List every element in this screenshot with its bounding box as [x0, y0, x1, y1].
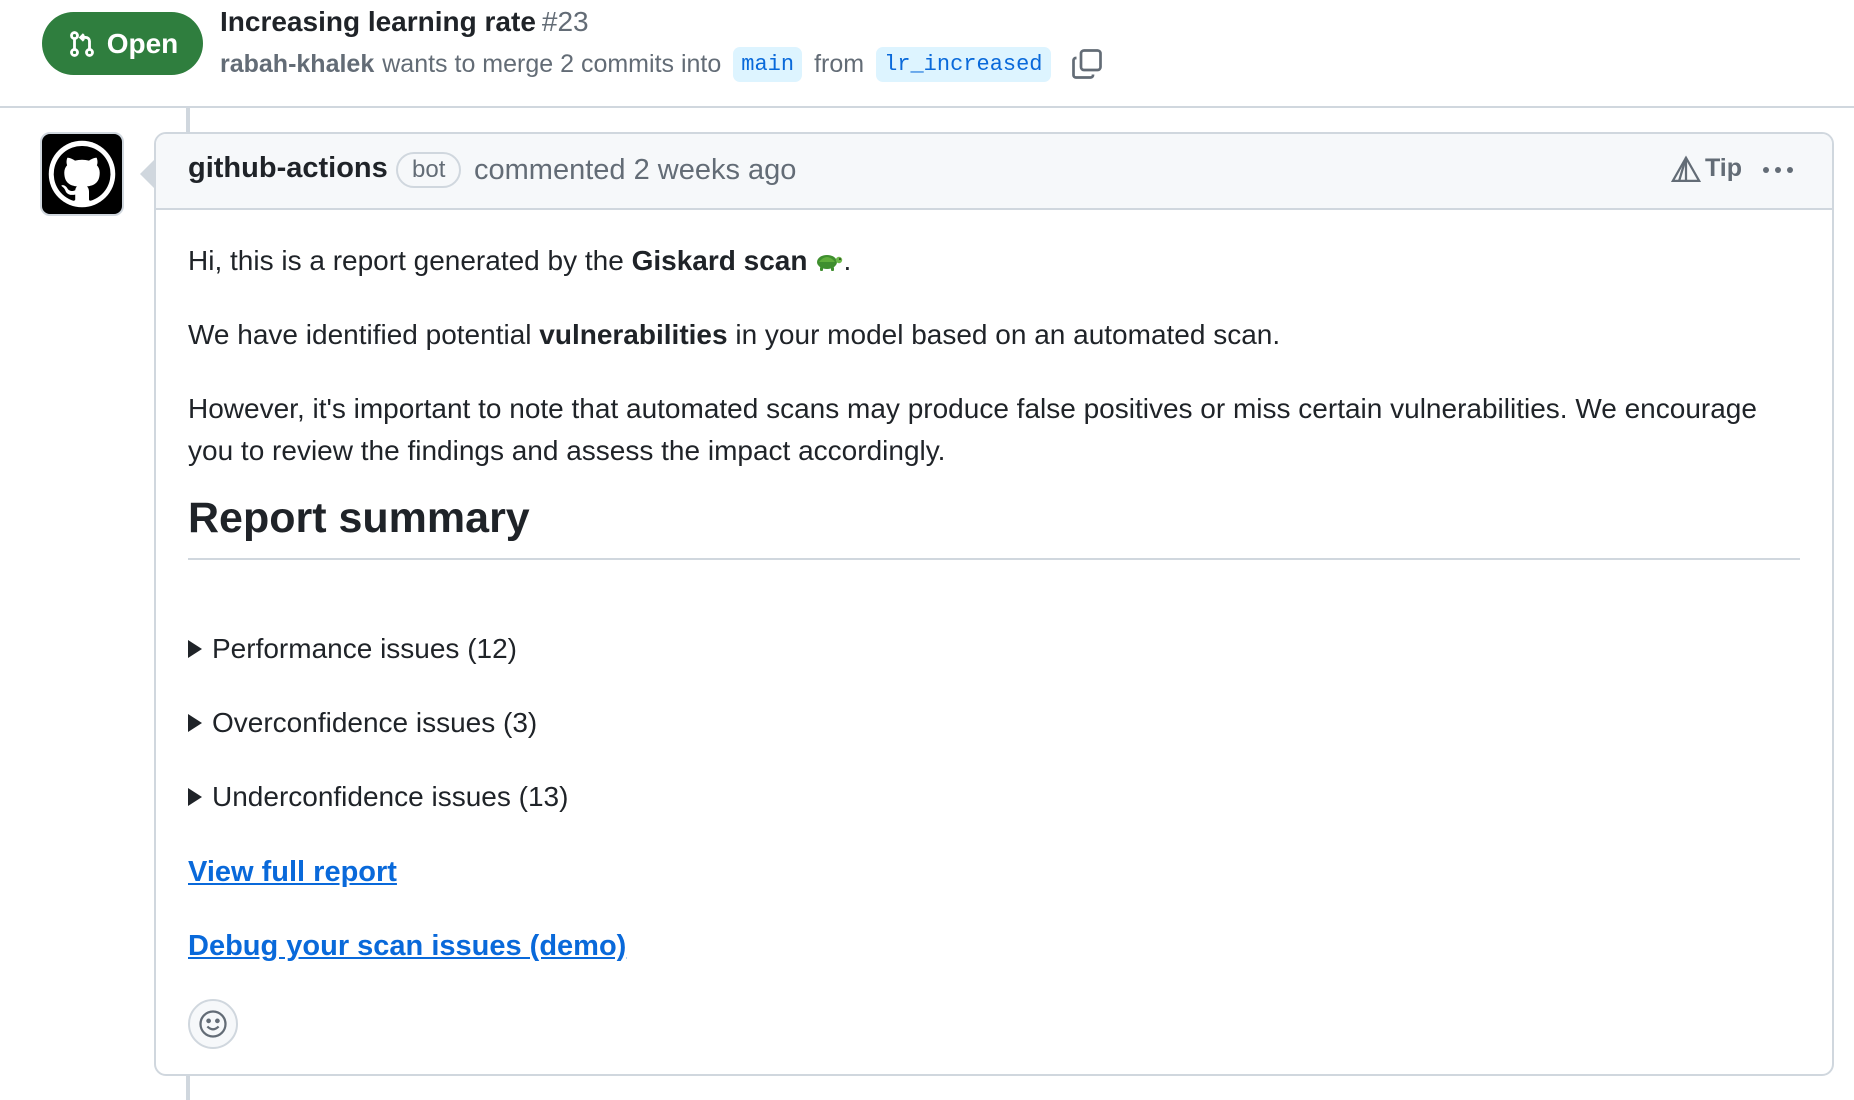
triangle-right-icon: [188, 640, 202, 658]
pr-author-link[interactable]: rabah-khalek: [220, 50, 374, 79]
intro-bold: Giskard scan: [631, 245, 808, 276]
pr-state-label: Open: [106, 27, 179, 59]
pr-number: #23: [541, 6, 589, 37]
note-paragraph: However, it's important to note that aut…: [188, 393, 1757, 466]
intro-prefix: Hi, this is a report generated by the: [188, 245, 632, 276]
avatar[interactable]: [40, 132, 124, 216]
pr-state-badge: Open: [42, 12, 203, 75]
details-label: Underconfidence issues (13): [212, 781, 569, 812]
kebab-menu-icon[interactable]: [1758, 152, 1798, 188]
pr-merge-text: wants to merge 2 commits into: [382, 49, 722, 78]
p2-prefix: We have identified potential: [188, 319, 540, 350]
p2-bold: vulnerabilities: [539, 319, 728, 350]
debug-scan-issues-link[interactable]: Debug your scan issues (demo): [188, 925, 626, 967]
github-logo-icon: [48, 140, 116, 208]
triangle-right-icon: [188, 788, 202, 806]
pr-header: Open Increasing learning rate #23 rabah-k…: [0, 0, 1854, 108]
report-summary-heading: Report summary: [188, 490, 1800, 560]
git-pull-request-icon: [69, 30, 94, 57]
tip-button[interactable]: Tip: [1670, 154, 1742, 183]
comment-time[interactable]: commented 2 weeks ago: [474, 154, 796, 187]
details-label: Overconfidence issues (3): [212, 707, 538, 738]
view-full-report-link[interactable]: View full report: [188, 851, 397, 893]
turtle-emoji-icon: [817, 255, 843, 271]
pr-title: Increasing learning rate: [220, 6, 536, 37]
smiley-icon: [199, 1010, 227, 1038]
details-performance-issues[interactable]: Performance issues (12): [188, 628, 517, 670]
comment-author-link[interactable]: github-actions: [188, 152, 388, 185]
vulnerabilities-paragraph: We have identified potential vulnerabili…: [188, 314, 1280, 356]
pr-meta: rabah-khalek wants to merge 2 commits in…: [220, 46, 1105, 82]
head-branch[interactable]: lr_increased: [876, 46, 1051, 82]
pr-from-text: from: [814, 49, 865, 78]
comment-header: github-actions bot commented 2 weeks ago…: [156, 134, 1832, 210]
tip-label: Tip: [1704, 154, 1742, 182]
add-reaction-button[interactable]: [188, 999, 238, 1049]
intro-paragraph: Hi, this is a report generated by the Gi…: [188, 240, 851, 282]
details-underconfidence-issues[interactable]: Underconfidence issues (13): [188, 776, 568, 818]
details-overconfidence-issues[interactable]: Overconfidence issues (3): [188, 702, 537, 744]
comment-arrow: [140, 160, 154, 188]
bot-badge: bot: [396, 152, 462, 188]
comment-box: github-actions bot commented 2 weeks ago…: [154, 132, 1834, 1076]
base-branch[interactable]: main: [733, 46, 803, 82]
details-label: Performance issues (12): [212, 633, 518, 664]
intro-suffix: .: [843, 245, 852, 276]
triangle-right-icon: [188, 714, 202, 732]
pr-title-line: Increasing learning rate #23: [220, 6, 589, 38]
copy-icon[interactable]: [1069, 46, 1105, 82]
p2-suffix: in your model based on an automated scan…: [727, 319, 1281, 350]
alert-triangle-icon: [1670, 154, 1701, 182]
